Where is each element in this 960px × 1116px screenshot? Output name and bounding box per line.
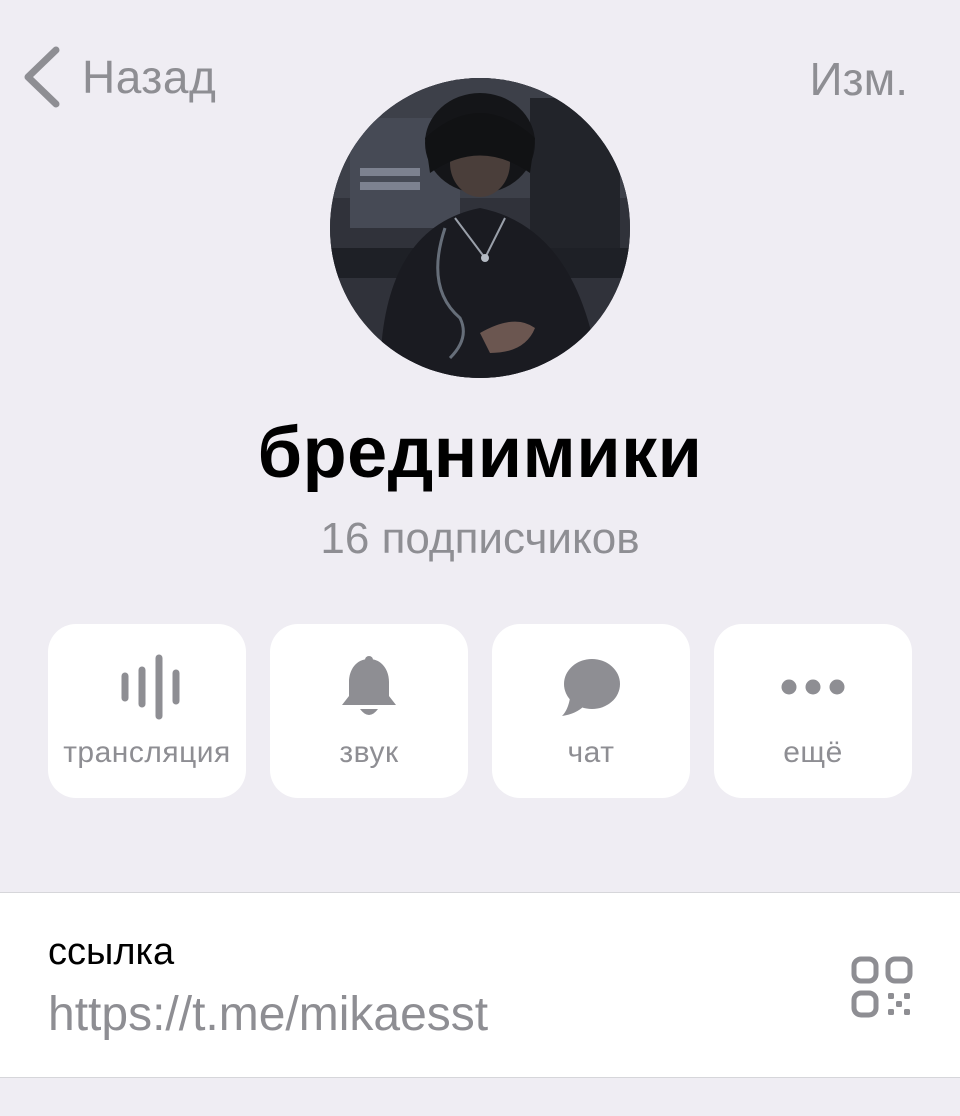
chat-button[interactable]: чат bbox=[492, 624, 690, 798]
bell-icon bbox=[270, 654, 468, 720]
sound-button[interactable]: звук bbox=[270, 624, 468, 798]
back-label: Назад bbox=[82, 51, 217, 103]
chat-label: чат bbox=[567, 736, 615, 769]
back-button[interactable]: Назад bbox=[22, 46, 216, 108]
more-dots-icon bbox=[714, 654, 912, 720]
channel-avatar[interactable] bbox=[330, 78, 630, 378]
channel-name: бреднимики bbox=[257, 413, 703, 493]
qr-code-icon[interactable] bbox=[850, 955, 914, 1019]
sound-label: звук bbox=[339, 736, 399, 769]
action-buttons: трансляция звук чат ещё bbox=[48, 624, 912, 798]
broadcast-button[interactable]: трансляция bbox=[48, 624, 246, 798]
link-caption: ссылка bbox=[48, 931, 175, 973]
link-section: ссылка https://t.me/mikaesst bbox=[0, 892, 960, 1078]
more-label: ещё bbox=[783, 736, 843, 769]
more-button[interactable]: ещё bbox=[714, 624, 912, 798]
broadcast-label: трансляция bbox=[63, 736, 231, 769]
channel-link[interactable]: https://t.me/mikaesst bbox=[48, 987, 488, 1042]
edit-button[interactable]: Изм. bbox=[809, 52, 908, 106]
chat-bubble-icon bbox=[492, 654, 690, 720]
chevron-left-icon bbox=[22, 46, 62, 108]
waveform-icon bbox=[48, 654, 246, 720]
subscriber-count: 16 подписчиков bbox=[320, 514, 640, 563]
